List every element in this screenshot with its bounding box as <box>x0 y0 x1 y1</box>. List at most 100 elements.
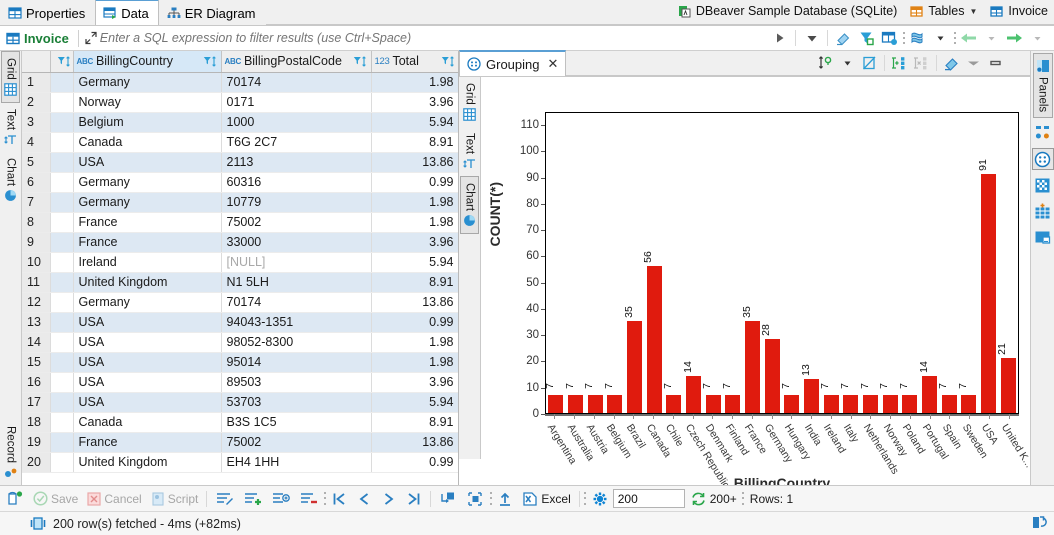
row-number-cell[interactable]: 13 <box>22 312 51 333</box>
row-number-cell[interactable]: 8 <box>22 212 51 233</box>
table-row[interactable]: 20 United Kingdom EH4 1HH 0.99 <box>22 452 458 473</box>
row-marker-cell[interactable] <box>50 152 74 173</box>
bar[interactable]: 91 <box>977 159 997 413</box>
bar-slot[interactable]: 7 <box>780 113 802 413</box>
bar-slot[interactable]: 35 <box>741 113 763 413</box>
row-number-cell[interactable]: 12 <box>22 292 51 313</box>
row-marker-cell[interactable] <box>50 112 74 133</box>
cell-total[interactable]: 3.96 <box>371 372 458 393</box>
duplicate-rows-button[interactable] <box>859 53 880 73</box>
cell-total[interactable]: 0.99 <box>371 172 458 193</box>
cell-total[interactable]: 13.86 <box>371 152 458 173</box>
bar[interactable]: 7 <box>839 383 859 413</box>
row-marker-cell[interactable] <box>50 92 74 113</box>
bar[interactable]: 7 <box>721 383 741 413</box>
minimize-button[interactable] <box>963 53 984 73</box>
grouping-panel-icon[interactable] <box>1031 148 1054 171</box>
cell-billingpostalcode[interactable]: 60316 <box>221 172 372 193</box>
row-marker-cell[interactable] <box>50 292 74 313</box>
bar-slot[interactable]: 7 <box>937 113 959 413</box>
row-marker-cell[interactable] <box>50 452 74 473</box>
cell-billingcountry[interactable]: USA <box>73 352 222 373</box>
cell-billingcountry[interactable]: Belgium <box>73 112 222 133</box>
bar[interactable]: 28 <box>760 325 780 413</box>
bar-slot[interactable]: 56 <box>642 113 664 413</box>
save-filter-dropdown[interactable] <box>907 28 928 48</box>
bar-slot[interactable]: 7 <box>898 113 920 413</box>
sidebar-item-text[interactable]: Text <box>461 127 478 176</box>
bar[interactable]: 7 <box>564 383 583 413</box>
sort-filter-icon[interactable] <box>203 55 218 68</box>
tab-data[interactable]: Data <box>95 0 159 25</box>
row-number-cell[interactable]: 19 <box>22 432 51 453</box>
tab-er-diagram[interactable]: ER Diagram <box>159 0 266 25</box>
sort-settings-button[interactable] <box>815 53 836 73</box>
cell-billingcountry[interactable]: USA <box>73 332 222 353</box>
cell-billingpostalcode[interactable]: 75002 <box>221 212 372 233</box>
calc-panel-icon[interactable] <box>1032 174 1054 196</box>
chevron-down-icon[interactable]: ▼ <box>969 7 977 16</box>
navigate-back-button[interactable] <box>958 28 979 48</box>
bar-slot[interactable]: 7 <box>957 113 979 413</box>
table-row[interactable]: 1 Germany 70174 1.98 <box>22 72 458 93</box>
table-row[interactable]: 8 France 75002 1.98 <box>22 212 458 233</box>
chevron-down-icon[interactable] <box>837 53 858 73</box>
row-marker-cell[interactable] <box>50 432 74 453</box>
cell-billingpostalcode[interactable]: B3S 1C5 <box>221 412 372 433</box>
cell-billingcountry[interactable]: Canada <box>73 132 222 153</box>
chevron-down-icon[interactable] <box>1027 28 1048 48</box>
cell-total[interactable]: 8.91 <box>371 412 458 433</box>
row-number-cell[interactable]: 4 <box>22 132 51 153</box>
cell-total[interactable]: 1.98 <box>371 212 458 233</box>
table-row[interactable]: 18 Canada B3S 1C5 8.91 <box>22 412 458 433</box>
references-panel-icon[interactable] <box>1032 226 1054 248</box>
cell-billingcountry[interactable]: Germany <box>73 192 222 213</box>
bar[interactable]: 7 <box>701 383 721 413</box>
sidebar-item-record[interactable]: Record <box>2 420 19 485</box>
row-marker-cell[interactable] <box>50 312 74 333</box>
cell-billingcountry[interactable]: USA <box>73 392 222 413</box>
cell-billingcountry[interactable]: USA <box>73 312 222 333</box>
cell-billingcountry[interactable]: United Kingdom <box>73 452 222 473</box>
cell-billingpostalcode[interactable]: N1 5LH <box>221 272 372 293</box>
bar[interactable]: 7 <box>583 383 603 413</box>
tab-properties[interactable]: Properties <box>0 0 95 25</box>
cell-total[interactable]: 1.98 <box>371 332 458 353</box>
cell-total[interactable]: 1.98 <box>371 72 458 93</box>
restore-icon[interactable] <box>1030 515 1047 531</box>
cell-billingpostalcode[interactable]: 70174 <box>221 72 372 93</box>
remove-grouping-column-button[interactable] <box>911 53 932 73</box>
cell-total[interactable]: 5.94 <box>371 112 458 133</box>
cell-total[interactable]: 0.99 <box>371 312 458 333</box>
column-header-blank[interactable] <box>50 51 74 73</box>
tab-grouping[interactable]: Grouping ✕ <box>459 50 567 76</box>
bar[interactable]: 7 <box>937 383 957 413</box>
chevron-down-icon[interactable] <box>981 28 1002 48</box>
row-number-cell[interactable]: 16 <box>22 372 51 393</box>
cell-total[interactable]: 1.98 <box>371 192 458 213</box>
cell-billingpostalcode[interactable]: [NULL] <box>221 252 372 273</box>
column-header-billingcountry[interactable]: ABC BillingCountry <box>73 51 222 73</box>
bar[interactable]: 35 <box>741 306 761 413</box>
fetch-size-input[interactable]: 200 <box>612 489 685 508</box>
fetch-settings-button[interactable] <box>588 488 612 510</box>
cell-billingpostalcode[interactable]: 33000 <box>221 232 372 253</box>
first-row-button[interactable] <box>327 488 352 510</box>
cell-billingpostalcode[interactable]: 89503 <box>221 372 372 393</box>
bar[interactable]: 7 <box>957 383 977 413</box>
cell-billingpostalcode[interactable]: 2113 <box>221 152 372 173</box>
cell-billingcountry[interactable]: Canada <box>73 412 222 433</box>
bar[interactable]: 7 <box>878 383 898 413</box>
cell-billingcountry[interactable]: France <box>73 212 222 233</box>
sidebar-item-grid[interactable]: Grid <box>461 77 478 127</box>
bar-slot[interactable]: 91 <box>977 113 999 413</box>
bar-slot[interactable]: 7 <box>721 113 743 413</box>
chevron-down-icon[interactable] <box>930 28 951 48</box>
metadata-panel-icon[interactable] <box>1032 200 1054 222</box>
sort-filter-icon[interactable] <box>441 55 456 68</box>
panel-toggle-button[interactable] <box>3 488 28 510</box>
table-row[interactable]: 2 Norway 0171 3.96 <box>22 92 458 113</box>
cell-billingpostalcode[interactable]: 1000 <box>221 112 372 133</box>
row-number-cell[interactable]: 9 <box>22 232 51 253</box>
cell-billingcountry[interactable]: Germany <box>73 172 222 193</box>
